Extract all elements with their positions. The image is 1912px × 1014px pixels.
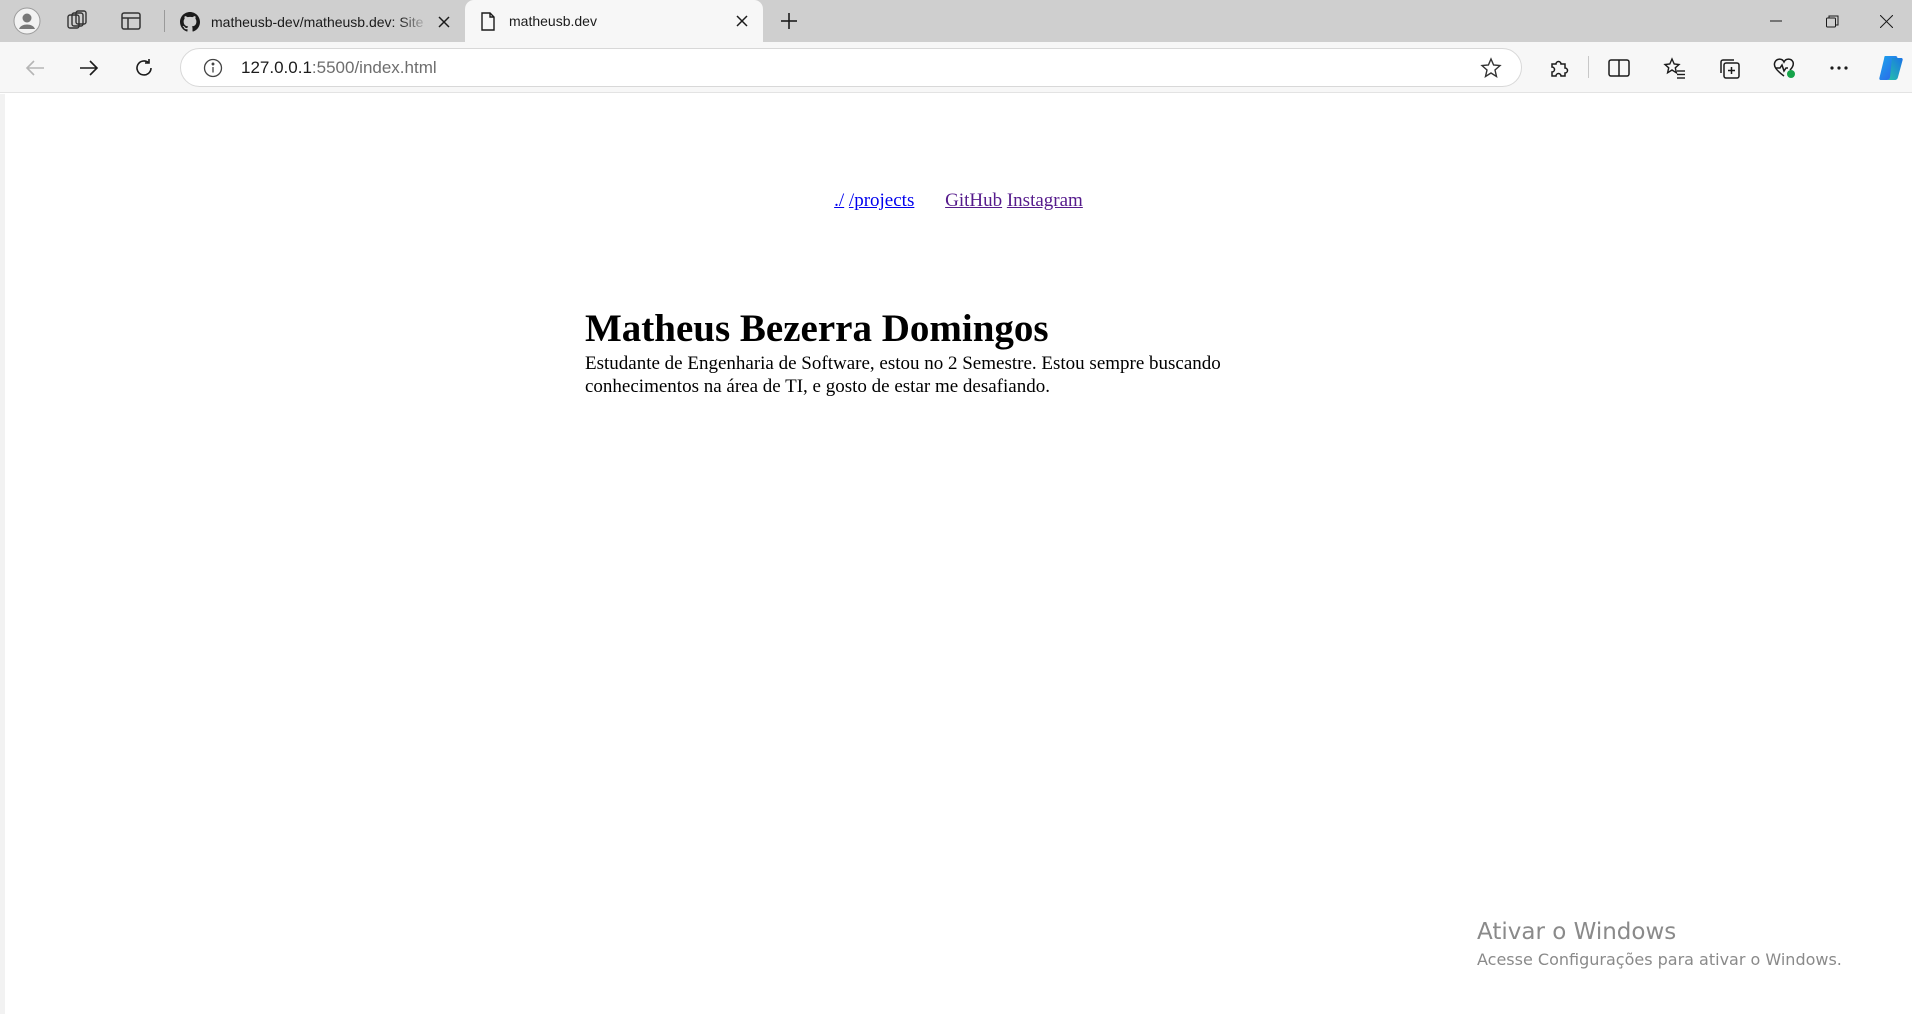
favorite-star-icon[interactable] — [1477, 54, 1505, 82]
restore-button[interactable] — [1804, 0, 1860, 42]
document-icon — [477, 10, 499, 32]
browser-essentials-button[interactable] — [1767, 51, 1801, 85]
vertical-tabs-button[interactable] — [116, 6, 146, 36]
workspaces-icon — [67, 10, 87, 29]
heart-pulse-icon — [1773, 58, 1795, 78]
puzzle-icon — [1551, 60, 1569, 77]
bio-line-2: conhecimentos na área de TI, e gosto de … — [585, 376, 1050, 397]
tab-matheusb-dev[interactable]: matheusb.dev — [465, 0, 763, 42]
watermark-title: Ativar o Windows — [1477, 919, 1677, 945]
url-host: 127.0.0.1 — [241, 57, 312, 77]
forward-button[interactable] — [72, 51, 106, 85]
extensions-button[interactable] — [1542, 51, 1576, 85]
close-icon — [736, 15, 748, 27]
site-nav: ./ /projects GitHub Instagram — [5, 190, 1912, 212]
nav-link-projects[interactable]: /projects — [849, 190, 914, 211]
address-url[interactable]: 127.0.0.1:5500/index.html — [241, 58, 437, 78]
split-screen-icon — [1608, 59, 1630, 77]
minimize-icon — [1770, 20, 1782, 22]
close-icon — [438, 16, 450, 28]
refresh-button[interactable] — [127, 51, 161, 85]
arrow-right-icon — [80, 60, 99, 76]
address-bar[interactable]: 127.0.0.1:5500/index.html — [180, 48, 1522, 87]
url-path: :5500/index.html — [311, 57, 437, 77]
profile-icon — [13, 7, 41, 35]
tab-github[interactable]: matheusb-dev/matheusb.dev: Site — [167, 2, 465, 42]
close-window-button[interactable] — [1860, 0, 1912, 42]
restore-icon — [1825, 15, 1838, 27]
intro-section: Matheus Bezerra Domingos Estudante de En… — [585, 306, 1285, 398]
tab-title: matheusb.dev — [509, 13, 597, 29]
tab-bar: matheusb-dev/matheusb.dev: Site matheusb… — [0, 0, 1912, 42]
browser-toolbar: 127.0.0.1:5500/index.html — [0, 42, 1912, 93]
ellipsis-icon — [1830, 66, 1848, 70]
tab-actions-icon — [121, 12, 141, 30]
page-title: Matheus Bezerra Domingos — [585, 307, 1049, 350]
copilot-button[interactable] — [1874, 51, 1908, 85]
refresh-icon — [136, 59, 152, 76]
new-tab-button[interactable] — [774, 6, 804, 36]
site-info-icon[interactable] — [199, 54, 227, 82]
tab-separator — [164, 10, 165, 32]
back-button[interactable] — [18, 51, 52, 85]
tab-title: matheusb-dev/matheusb.dev: Site — [211, 14, 429, 30]
nav-link-instagram[interactable]: Instagram — [1007, 190, 1083, 211]
windows-activation-watermark: Ativar o Windows Acesse Configurações pa… — [1477, 917, 1842, 971]
web-page: ./ /projects GitHub Instagram Matheus Be… — [5, 94, 1912, 1014]
tab-close-button[interactable] — [429, 7, 459, 37]
profile-button[interactable] — [12, 6, 42, 36]
watermark-subtitle: Acesse Configurações para ativar o Windo… — [1477, 950, 1842, 969]
copilot-icon — [1879, 56, 1903, 80]
tab-close-button[interactable] — [727, 6, 757, 36]
bio-text: Estudante de Engenharia de Software, est… — [585, 352, 1285, 398]
collections-button[interactable] — [1712, 51, 1746, 85]
nav-link-home[interactable]: ./ — [834, 190, 844, 211]
arrow-left-icon — [25, 60, 44, 76]
github-icon — [179, 11, 201, 33]
workspaces-button[interactable] — [62, 6, 92, 36]
collections-icon — [1720, 59, 1740, 79]
plus-icon — [781, 13, 797, 29]
toolbar-separator — [1588, 56, 1589, 78]
close-icon — [1879, 14, 1893, 28]
favorites-button[interactable] — [1657, 51, 1691, 85]
minimize-button[interactable] — [1748, 0, 1804, 42]
split-screen-button[interactable] — [1602, 51, 1636, 85]
bio-line-1: Estudante de Engenharia de Software, est… — [585, 353, 1221, 374]
nav-link-github[interactable]: GitHub — [945, 190, 1002, 211]
more-menu-button[interactable] — [1822, 51, 1856, 85]
favorites-list-icon — [1663, 57, 1685, 79]
